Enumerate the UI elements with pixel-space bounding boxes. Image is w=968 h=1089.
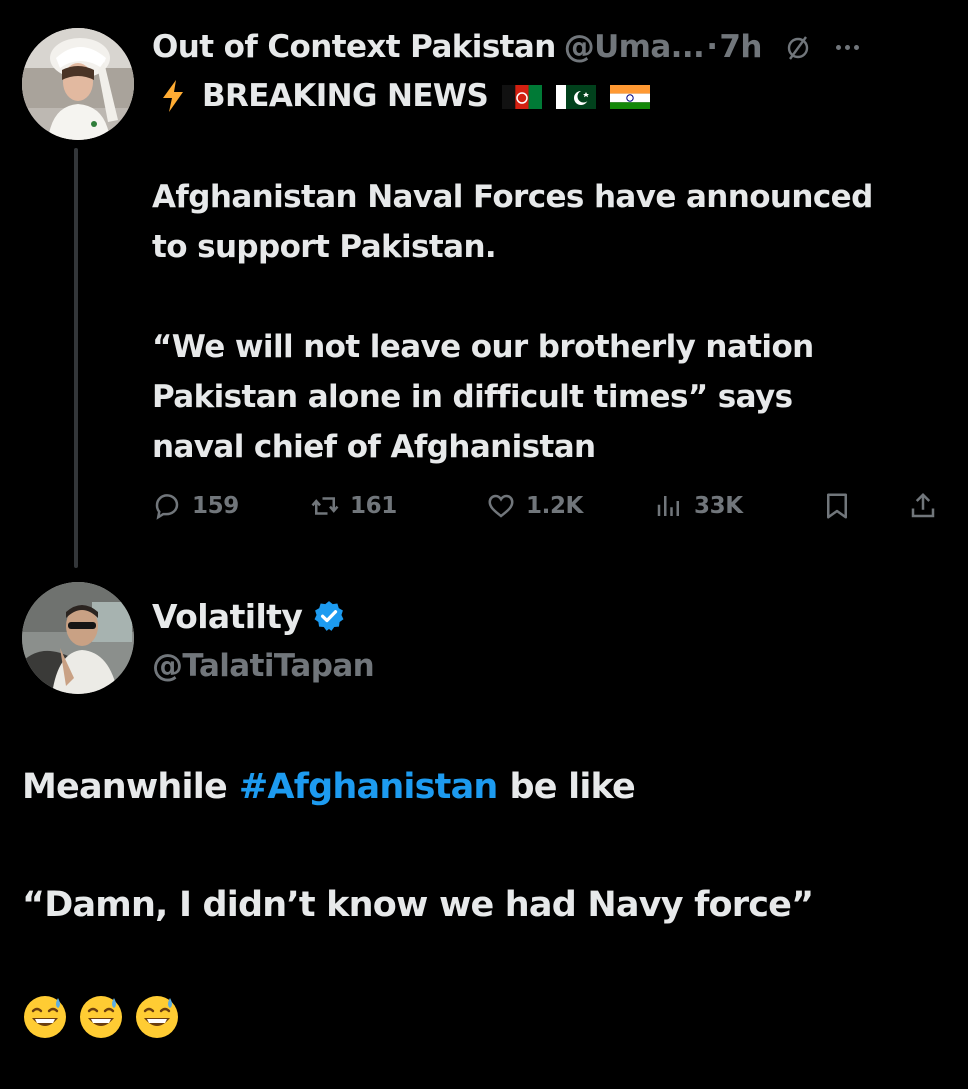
like-count: 1.2K xyxy=(526,493,583,519)
body-line: “We will not leave our brotherly nation xyxy=(152,329,814,365)
author-handle[interactable]: @TalatiTapan xyxy=(152,644,375,688)
body-line: Pakistan alone in difficult times” says xyxy=(152,379,793,415)
breaking-news-label: BREAKING NEWS xyxy=(202,78,489,114)
tweet-time[interactable]: 7h xyxy=(719,29,762,65)
tweet-action-bar: 159 161 1.2K 33K xyxy=(152,484,942,528)
sweat-smile-emoji-icon xyxy=(136,996,178,1038)
repost-icon xyxy=(311,497,339,515)
author-name[interactable]: Out of Context Pakistan xyxy=(152,29,556,65)
tweet-thread: Out of Context Pakistan @Uma... · 7h BRE… xyxy=(0,0,968,1089)
reply-icon xyxy=(155,494,179,520)
body-line: to support Pakistan. xyxy=(152,229,497,265)
tweet-text-line: Meanwhile #Afghanistan be like xyxy=(22,762,952,812)
afghanistan-flag-icon xyxy=(502,83,543,109)
sweat-smile-emoji-icon xyxy=(24,996,66,1038)
author-avatar[interactable] xyxy=(22,28,134,140)
breaking-news-line: BREAKING NEWS xyxy=(152,76,772,116)
views-count: 33K xyxy=(694,493,743,519)
share-icon xyxy=(911,492,935,518)
reply-count: 159 xyxy=(192,493,239,519)
verified-badge-icon[interactable] xyxy=(312,599,346,633)
separator-dot: · xyxy=(706,29,718,65)
author-name-row: Volatilty xyxy=(152,594,346,638)
views-chart-icon xyxy=(657,496,679,516)
reply-button[interactable]: 159 xyxy=(152,484,239,528)
repost-button[interactable]: 161 xyxy=(310,484,397,528)
like-button[interactable]: 1.2K xyxy=(486,484,583,528)
lightning-bolt-icon xyxy=(163,80,183,112)
author-handle[interactable]: @Uma... xyxy=(564,29,705,65)
views-button[interactable]: 33K xyxy=(654,484,743,528)
text-meanwhile: Meanwhile xyxy=(22,767,228,807)
heart-icon xyxy=(488,494,514,518)
author-avatar[interactable] xyxy=(22,582,134,694)
body-line: Afghanistan Naval Forces have announced xyxy=(152,179,873,215)
hashtag-link[interactable]: #Afghanistan xyxy=(239,767,498,807)
sweat-smile-emoji-icon xyxy=(80,996,122,1038)
emoji-row xyxy=(22,994,180,1046)
india-flag-icon xyxy=(610,83,651,109)
repost-count: 161 xyxy=(350,493,397,519)
more-options-icon[interactable] xyxy=(835,44,859,50)
tweet-body: Afghanistan Naval Forces have announced … xyxy=(152,172,952,472)
text-be-like: be like xyxy=(509,767,636,807)
author-name[interactable]: Volatilty xyxy=(152,597,303,636)
bookmark-button[interactable] xyxy=(822,484,862,528)
share-button[interactable] xyxy=(908,484,948,528)
thread-connector-line xyxy=(74,148,78,568)
tweet-header: Out of Context Pakistan @Uma... · 7h xyxy=(152,26,952,68)
hidden-reply-icon[interactable] xyxy=(786,33,810,61)
bookmark-icon xyxy=(827,493,847,519)
body-line: naval chief of Afghanistan xyxy=(152,429,596,465)
pakistan-flag-icon xyxy=(556,83,597,109)
tweet-quote-line: “Damn, I didn’t know we had Navy force” xyxy=(22,885,814,925)
